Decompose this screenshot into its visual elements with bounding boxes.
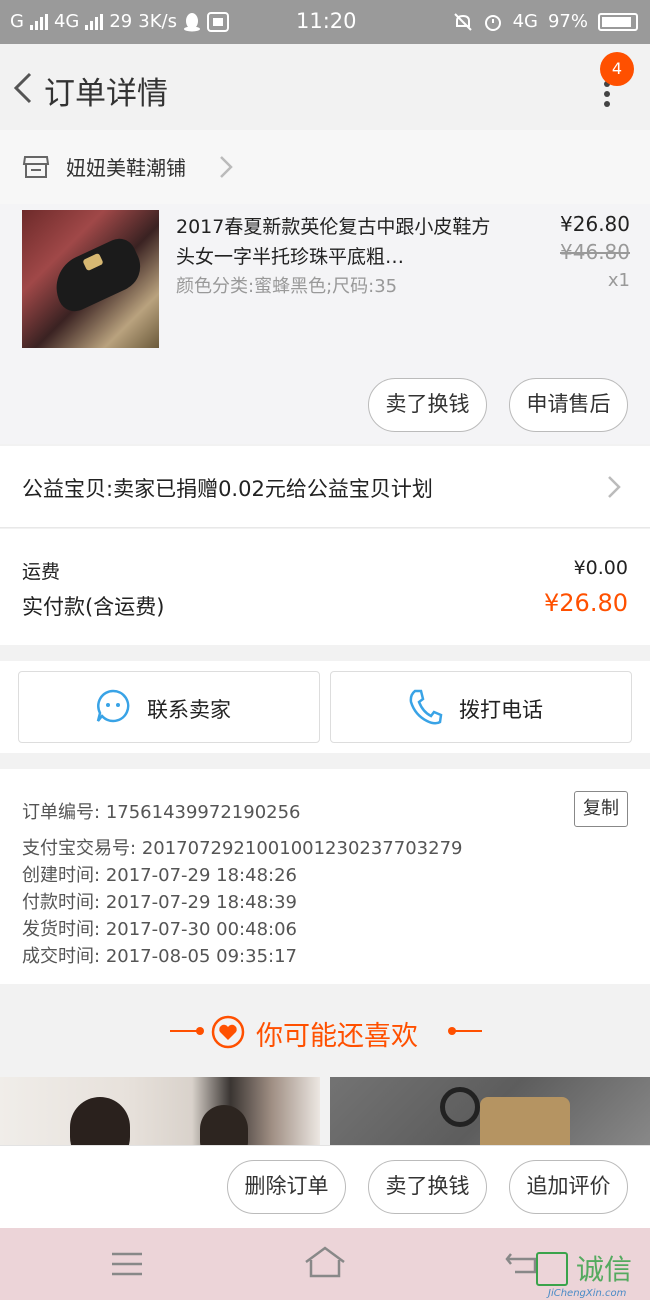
divider-left: [170, 1030, 198, 1032]
product-spec: 颜色分类:蜜蜂黑色;尺码:35: [176, 276, 398, 297]
status-bar: G 4G 29 3K/s 11:20 4G 97%: [0, 0, 650, 44]
signal-icon: [29, 13, 48, 30]
back-arrow-icon[interactable]: [10, 68, 40, 108]
menu-icon[interactable]: [110, 1250, 144, 1278]
product-price: ¥26.80: [560, 212, 630, 236]
order-number-value: 17561439972190256: [105, 802, 301, 823]
completed-row: 成交时间: 2017-08-05 09:35:17: [22, 942, 297, 968]
alarm-icon: [484, 14, 501, 31]
nav-bar: 订单详情 4: [0, 44, 650, 130]
paid-time-label: 付款时间:: [22, 892, 101, 913]
recommend-header: 你可能还喜欢: [0, 985, 650, 1075]
completed-label: 成交时间:: [22, 946, 101, 967]
network-label: 4G: [53, 11, 80, 32]
shop-row[interactable]: 妞妞美鞋潮铺: [0, 130, 650, 204]
watermark-logo: [536, 1252, 568, 1286]
add-review-button[interactable]: 追加评价: [509, 1160, 628, 1214]
paid-time-value: 2017-07-29 18:48:39: [105, 892, 297, 913]
order-number-label: 订单编号:: [22, 802, 101, 823]
product-image[interactable]: [22, 210, 159, 348]
divider-dot-left: [196, 1027, 204, 1035]
signal-icon-2: [85, 13, 104, 30]
taobao-icon: [206, 11, 229, 32]
contact-seller-button[interactable]: 联系卖家: [18, 671, 320, 743]
alipay-row: 支付宝交易号: 2017072921001001230237703279: [22, 834, 462, 860]
sell-button-bottom[interactable]: 卖了换钱: [368, 1160, 487, 1214]
payment-summary: 运费 ¥0.00 实付款(含运费) ¥26.80: [0, 529, 650, 645]
message-badge: 4: [600, 52, 634, 86]
phone-icon: [409, 689, 443, 725]
mute-bell-icon: [453, 12, 472, 31]
qq-icon: [183, 12, 200, 31]
charity-row[interactable]: 公益宝贝:卖家已捐赠0.02元给公益宝贝计划: [0, 446, 650, 528]
order-number-row: 订单编号: 17561439972190256: [22, 798, 301, 824]
order-info: 订单编号: 17561439972190256 复制 支付宝交易号: 20170…: [0, 769, 650, 984]
heart-icon: [211, 1015, 245, 1049]
contact-bar: 联系卖家 拨打电话: [0, 661, 650, 753]
system-back-icon[interactable]: [505, 1250, 539, 1276]
shop-name: 妞妞美鞋潮铺: [66, 156, 186, 180]
watermark-url: JiChengXin.com: [548, 1288, 627, 1299]
order-item[interactable]: 2017春夏新款英伦复古中跟小皮鞋方头女一字半托珍珠平底粗… 颜色分类:蜜蜂黑色…: [0, 204, 650, 444]
paid-value: ¥26.80: [544, 589, 628, 617]
paid-time-row: 付款时间: 2017-07-29 18:48:39: [22, 888, 297, 914]
shipped-row: 发货时间: 2017-07-30 00:48:06: [22, 915, 297, 941]
shipping-value: ¥0.00: [573, 557, 628, 579]
sell-button[interactable]: 卖了换钱: [368, 378, 487, 432]
created-row: 创建时间: 2017-07-29 18:48:26: [22, 861, 297, 887]
shipping-label: 运费: [22, 561, 61, 583]
completed-value: 2017-08-05 09:35:17: [105, 946, 297, 967]
chat-icon: [96, 689, 130, 723]
created-label: 创建时间:: [22, 865, 101, 886]
battery-percent: 97%: [547, 11, 588, 32]
alipay-label: 支付宝交易号:: [22, 838, 137, 859]
paid-label: 实付款(含运费): [22, 595, 165, 619]
delete-order-button[interactable]: 删除订单: [227, 1160, 346, 1214]
copy-button[interactable]: 复制: [574, 791, 628, 827]
bottom-action-bar: 删除订单 卖了换钱 追加评价: [0, 1145, 650, 1228]
recommend-item-image[interactable]: [330, 1077, 650, 1145]
divider-right: [454, 1030, 482, 1032]
network-speed: 3K/s: [138, 11, 177, 32]
home-icon[interactable]: [302, 1244, 348, 1280]
contact-seller-label: 联系卖家: [147, 698, 231, 722]
chevron-right-icon: [608, 476, 621, 498]
call-button[interactable]: 拨打电话: [330, 671, 632, 743]
product-title: 2017春夏新款英伦复古中跟小皮鞋方头女一字半托珍珠平底粗…: [176, 216, 491, 268]
page-title: 订单详情: [44, 76, 168, 112]
shop-icon: [22, 156, 50, 178]
battery-icon: [598, 12, 638, 31]
notification-count: 29: [109, 11, 133, 32]
product-original-price: ¥46.80: [560, 240, 630, 264]
call-label: 拨打电话: [459, 698, 543, 722]
carrier-label: G: [10, 11, 24, 32]
recommend-title: 你可能还喜欢: [256, 1021, 418, 1052]
recommend-item-image[interactable]: [0, 1077, 320, 1145]
network-label-2: 4G: [512, 11, 538, 32]
watermark-text: 诚信: [576, 1253, 633, 1286]
alipay-value: 2017072921001001230237703279: [141, 838, 463, 859]
clock: 11:20: [296, 9, 357, 33]
product-quantity: x1: [607, 270, 630, 291]
shipped-value: 2017-07-30 00:48:06: [105, 919, 297, 940]
shipped-label: 发货时间:: [22, 919, 101, 940]
system-nav-bar: 诚信 JiChengXin.com: [0, 1228, 650, 1300]
chevron-right-icon: [220, 156, 233, 178]
after-sale-button[interactable]: 申请售后: [509, 378, 628, 432]
created-value: 2017-07-29 18:48:26: [105, 865, 297, 886]
charity-text: 公益宝贝:卖家已捐赠0.02元给公益宝贝计划: [22, 477, 433, 501]
